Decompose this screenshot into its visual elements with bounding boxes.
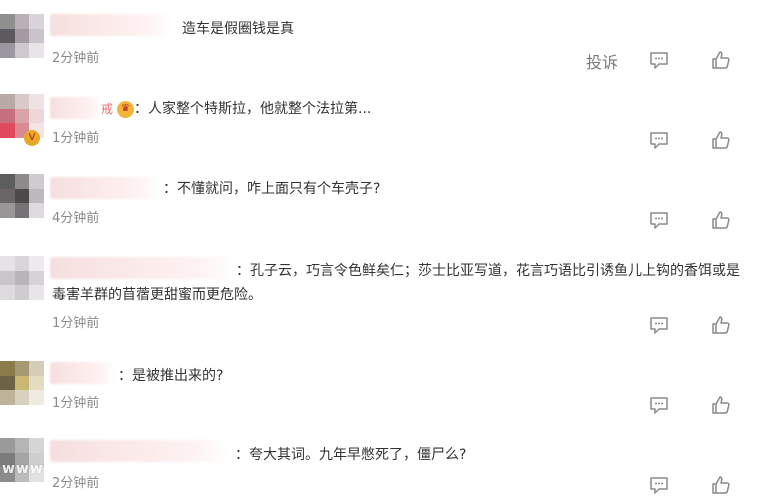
comment-text: ：孔子云，巧言令色鲜矣仁；莎士比亚写道，花言巧语比引诱鱼儿上钩的香饵或是毒害羊群… [52,263,740,303]
username[interactable] [50,14,170,36]
avatar[interactable] [0,256,44,300]
username[interactable] [50,440,230,462]
watermark: www [2,461,44,477]
report-button[interactable]: 投诉 [586,49,618,73]
thumbs-up-icon[interactable] [710,474,732,496]
comment-icon[interactable] [648,209,670,231]
thumbs-up-icon[interactable] [710,129,732,151]
timestamp: 2分钟前 [52,476,100,491]
comment-text: ：夸大其词。九年早憋死了，僵尸么? [235,447,467,463]
avatar[interactable] [0,174,44,218]
thumbs-up-icon[interactable] [710,49,732,71]
username[interactable] [50,177,160,199]
comment-text: ：不懂就问，咋上面只有个车壳子? [163,181,381,197]
comment-text: 造车是假圈钱是真 [182,21,294,37]
comment-icon[interactable] [648,394,670,416]
vip-badge-icon: V [24,130,40,146]
thumbs-up-icon[interactable] [710,209,732,231]
crown-badge-icon: ♛ [117,101,134,118]
avatar[interactable] [0,361,44,405]
timestamp: 4分钟前 [52,211,100,226]
comment-icon[interactable] [648,474,670,496]
username[interactable] [50,362,115,384]
thumbs-up-icon[interactable] [710,314,732,336]
username-suffix: 戒 [101,102,114,116]
comment-icon[interactable] [648,314,670,336]
timestamp: 2分钟前 [52,51,100,66]
comment-text: ：是被推出来的? [118,368,224,384]
timestamp: 1分钟前 [52,316,100,331]
thumbs-up-icon[interactable] [710,394,732,416]
timestamp: 1分钟前 [52,131,100,146]
comment-icon[interactable] [648,129,670,151]
comment-text: ：人家整个特斯拉，他就整个法拉第... [134,101,372,117]
avatar[interactable] [0,14,44,58]
comment-icon[interactable] [648,49,670,71]
username[interactable] [50,97,102,119]
timestamp: 1分钟前 [52,396,100,411]
